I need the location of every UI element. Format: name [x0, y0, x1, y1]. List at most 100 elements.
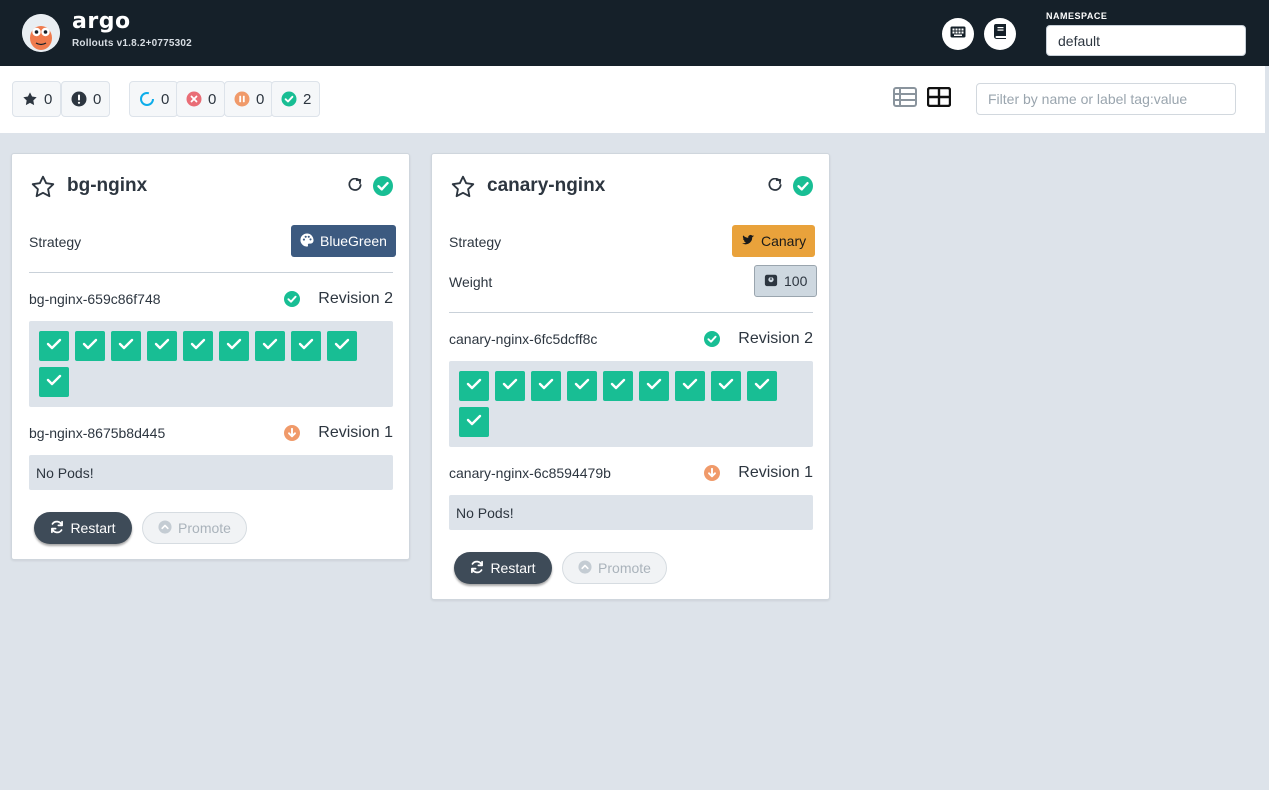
pod-healthy[interactable]: [327, 331, 357, 361]
favorites-filter[interactable]: 0: [12, 81, 62, 117]
check-icon: [466, 413, 482, 431]
palette-icon: [300, 232, 314, 250]
pod-healthy[interactable]: [147, 331, 177, 361]
favorite-star-icon[interactable]: [450, 174, 476, 200]
rollout-name[interactable]: bg-nginx: [67, 175, 147, 197]
weight-icon: [764, 273, 778, 290]
pod-healthy[interactable]: [255, 331, 285, 361]
restart-button[interactable]: Restart: [454, 552, 552, 584]
needs-attention-filter[interactable]: 0: [61, 81, 111, 117]
strategy-label: Strategy: [29, 234, 82, 250]
needs-attention-count: 0: [93, 90, 102, 108]
pod-healthy[interactable]: [675, 371, 705, 401]
namespace-label: NAMESPACE: [1046, 11, 1108, 21]
keyboard-shortcuts-button[interactable]: [942, 18, 974, 50]
pod-healthy[interactable]: [531, 371, 561, 401]
documentation-button[interactable]: [984, 18, 1016, 50]
favorite-star-icon[interactable]: [30, 174, 56, 200]
pod-healthy[interactable]: [459, 371, 489, 401]
refresh-icon[interactable]: [768, 177, 782, 192]
favorites-count: 0: [44, 90, 53, 108]
pod-healthy[interactable]: [219, 331, 249, 361]
strategy-value: Canary: [761, 233, 807, 249]
paused-filter[interactable]: 0: [224, 81, 274, 117]
strategy-badge-bluegreen[interactable]: BlueGreen: [291, 225, 396, 257]
replicaset-name: canary-nginx-6fc5dcff8c: [449, 331, 598, 347]
healthy-count: 2: [303, 90, 312, 108]
check-icon: [682, 377, 698, 395]
argo-logo[interactable]: [22, 14, 60, 52]
replicaset-name: bg-nginx-8675b8d445: [29, 425, 166, 441]
healthy-status-icon: [373, 176, 393, 196]
weight-value: 100: [784, 273, 808, 289]
weight-label: Weight: [449, 274, 493, 290]
revision-label: Revision 1: [738, 464, 813, 481]
strategy-badge-canary[interactable]: Canary: [732, 225, 816, 257]
restart-label: Restart: [70, 520, 116, 536]
degraded-count: 0: [208, 90, 217, 108]
canary-bird-icon: [741, 233, 755, 250]
filter-toolbar: 0 0 0 0 0 2: [0, 66, 1267, 133]
restart-icon: [50, 520, 64, 537]
revision-label: Revision 2: [738, 330, 813, 347]
healthy-status-icon: [793, 176, 813, 196]
divider: [449, 312, 813, 313]
check-icon: [154, 337, 170, 355]
weight-badge: 100: [754, 265, 818, 297]
promote-label: Promote: [178, 520, 231, 536]
pod-healthy[interactable]: [747, 371, 777, 401]
list-view-button[interactable]: [892, 86, 918, 111]
replicaset-name: bg-nginx-659c86f748: [29, 291, 161, 307]
pod-healthy[interactable]: [459, 407, 489, 437]
promote-button[interactable]: Promote: [142, 512, 247, 544]
healthy-filter[interactable]: 2: [271, 81, 321, 117]
promote-icon: [578, 559, 592, 577]
search-input[interactable]: [976, 83, 1236, 115]
rollout-card-canary-nginx[interactable]: canary-nginx Strategy Canary Weight 100 …: [431, 153, 830, 600]
revision-label: Revision 1: [318, 424, 393, 441]
pod-healthy[interactable]: [291, 331, 321, 361]
pause-icon: [234, 91, 250, 107]
degraded-filter[interactable]: 0: [176, 81, 226, 117]
rollout-name[interactable]: canary-nginx: [487, 175, 605, 197]
check-icon: [610, 377, 626, 395]
check-icon: [46, 373, 62, 391]
pod-healthy[interactable]: [711, 371, 741, 401]
refresh-icon[interactable]: [348, 177, 362, 192]
namespace-input[interactable]: [1046, 25, 1246, 56]
restart-icon: [470, 560, 484, 577]
revision-label: Revision 2: [318, 290, 393, 307]
check-icon: [190, 337, 206, 355]
keyboard-icon: [950, 25, 966, 43]
top-header: argo Rollouts v1.8.2+0775302 NAMESPACE: [0, 0, 1269, 66]
exclamation-icon: [71, 91, 87, 107]
pod-healthy[interactable]: [567, 371, 597, 401]
pod-healthy[interactable]: [39, 331, 69, 361]
brand-name: argo: [72, 9, 131, 34]
pod-healthy[interactable]: [111, 331, 141, 361]
check-icon: [466, 377, 482, 395]
promote-label: Promote: [598, 560, 651, 576]
version-label: Rollouts v1.8.2+0775302: [72, 38, 192, 49]
check-icon: [46, 337, 62, 355]
error-icon: [186, 91, 202, 107]
pod-healthy[interactable]: [603, 371, 633, 401]
check-icon: [538, 377, 554, 395]
pod-healthy[interactable]: [75, 331, 105, 361]
check-icon: [574, 377, 590, 395]
rollout-card-bg-nginx[interactable]: bg-nginx Strategy BlueGreen bg-nginx-659…: [11, 153, 410, 560]
pod-healthy[interactable]: [495, 371, 525, 401]
progressing-filter[interactable]: 0: [129, 81, 179, 117]
restart-button[interactable]: Restart: [34, 512, 132, 544]
pod-healthy[interactable]: [183, 331, 213, 361]
no-pods-message: No Pods!: [449, 495, 813, 530]
check-icon: [502, 377, 518, 395]
pod-healthy[interactable]: [39, 367, 69, 397]
check-icon: [334, 337, 350, 355]
grid-view-button[interactable]: [926, 86, 952, 112]
check-icon: [262, 337, 278, 355]
promote-button[interactable]: Promote: [562, 552, 667, 584]
pod-healthy[interactable]: [639, 371, 669, 401]
grid-view-icon: [926, 86, 952, 112]
divider: [29, 272, 393, 273]
